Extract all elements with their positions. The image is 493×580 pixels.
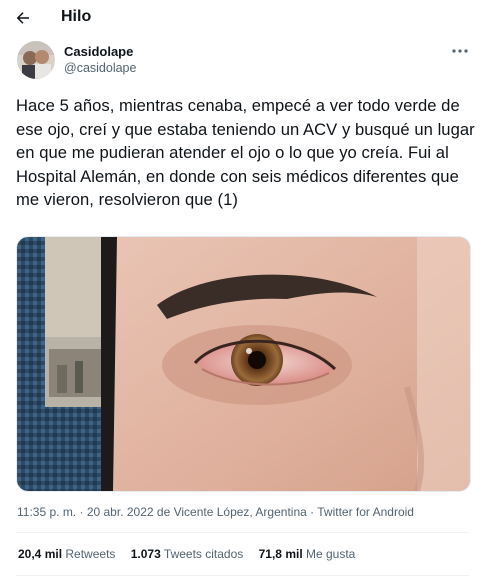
author-name[interactable]: Casidolape [64, 44, 133, 59]
tweet-location[interactable]: Vicente López, Argentina [174, 505, 307, 519]
more-horizontal-icon [452, 49, 468, 53]
tweet-time[interactable]: 11:35 p. m. [17, 505, 76, 519]
tweet-stats: 20,4 mil Retweets 1.073 Tweets citados 7… [18, 547, 367, 561]
quotes-stat[interactable]: 1.073 Tweets citados [131, 547, 244, 561]
tweet-photo[interactable] [16, 236, 471, 492]
divider-bottom [16, 575, 469, 576]
arrow-left-icon [16, 12, 29, 24]
likes-count: 71,8 mil [258, 547, 303, 561]
more-button[interactable] [448, 40, 472, 62]
tweet-source[interactable]: Twitter for Android [317, 505, 414, 519]
avatar[interactable] [17, 41, 55, 79]
meta-separator-2: · [306, 505, 318, 519]
tweet-date[interactable]: 20 abr. 2022 [87, 505, 154, 519]
divider [16, 532, 469, 533]
retweets-label: Retweets [65, 547, 116, 561]
likes-label: Me gusta [306, 547, 356, 561]
tweet-text: Hace 5 años, mientras cenaba, empecé a v… [16, 96, 475, 209]
avatar-photo [17, 41, 55, 79]
page-title: Hilo [61, 8, 92, 25]
retweets-stat[interactable]: 20,4 mil Retweets [18, 547, 115, 561]
top-bar: Hilo [0, 0, 493, 36]
meta-separator: · [76, 505, 87, 519]
tweet-meta: 11:35 p. m. · 20 abr. 2022 de Vicente Ló… [17, 505, 414, 519]
quotes-label: Tweets citados [163, 547, 244, 561]
location-prefix: de [153, 505, 174, 519]
retweets-count: 20,4 mil [18, 547, 63, 561]
eye-photo [17, 237, 470, 491]
quotes-count: 1.073 [130, 547, 161, 561]
back-button[interactable] [10, 6, 36, 30]
author-handle[interactable]: @casidolape [64, 61, 136, 75]
likes-stat[interactable]: 71,8 mil Me gusta [259, 547, 356, 561]
